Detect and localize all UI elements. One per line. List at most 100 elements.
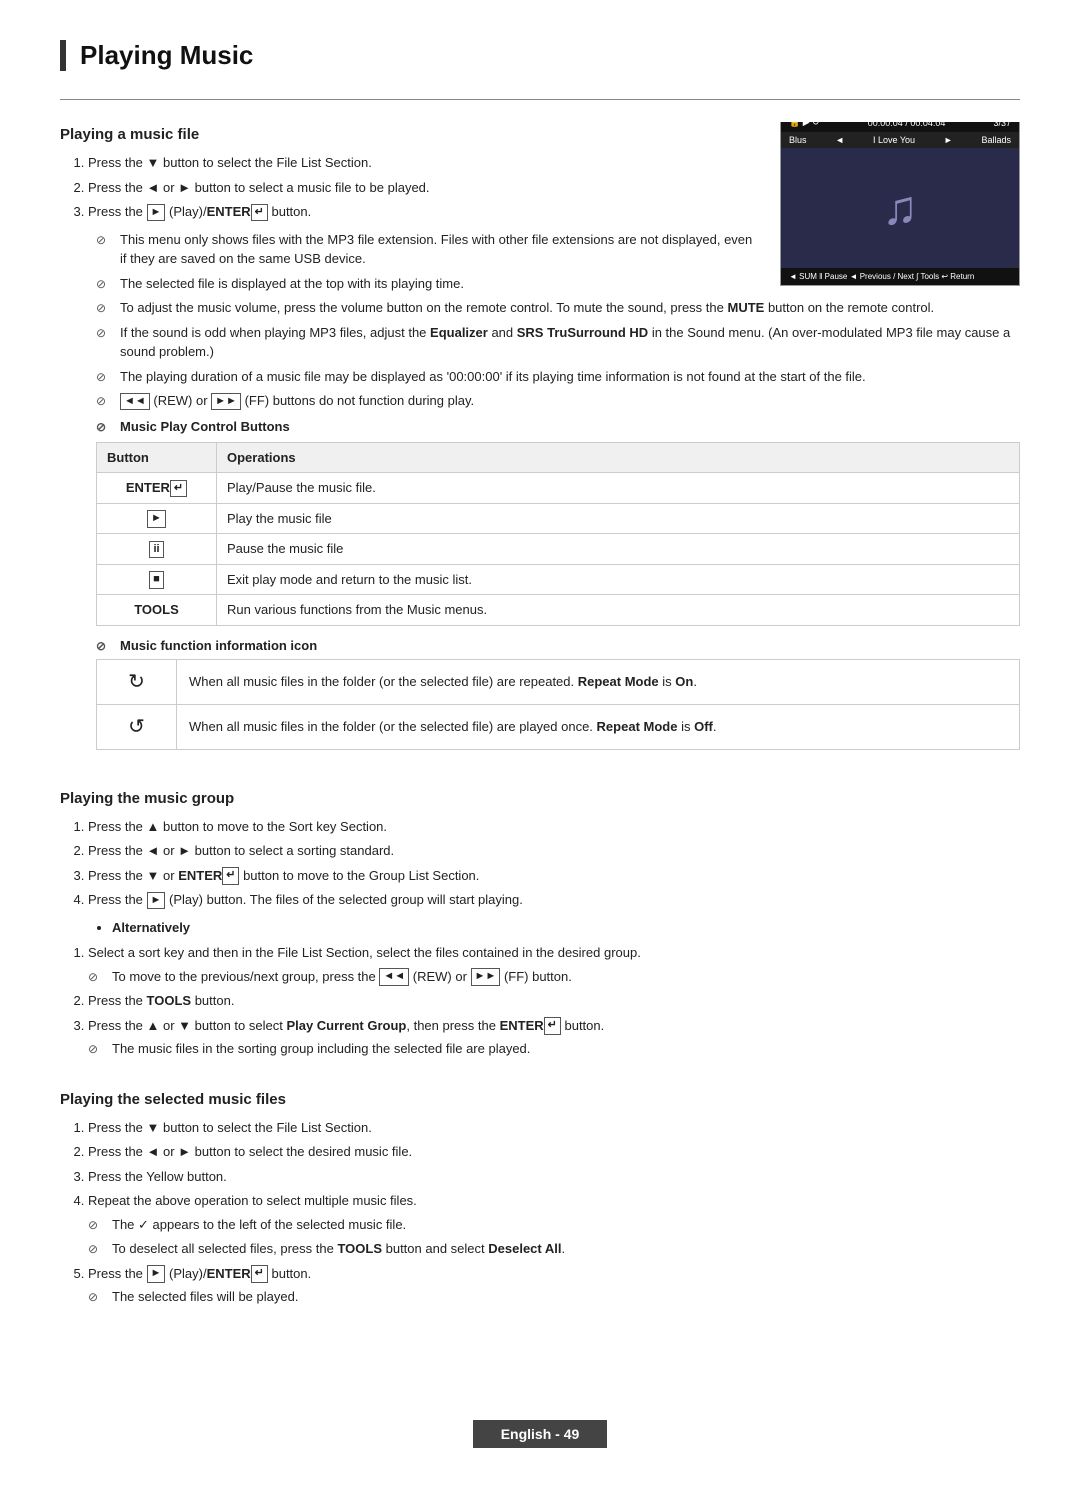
icon-row-2: ↺ When all music files in the folder (or… — [97, 704, 1020, 749]
note-5: ⊘ The playing duration of a music file m… — [96, 367, 1020, 387]
icon-repeat-off-desc: When all music files in the folder (or t… — [177, 704, 1020, 749]
group-step-1: Press the ▲ button to move to the Sort k… — [88, 817, 1020, 837]
alt-note-2: ⊘ The music files in the sorting group i… — [88, 1039, 1020, 1059]
stop-cell-icon: ■ — [149, 571, 164, 588]
icon-info-table: ↻ When all music files in the folder (or… — [96, 659, 1020, 750]
footer-badge: English - 49 — [473, 1420, 608, 1448]
play-cell-icon: ► — [147, 510, 166, 527]
enter-icon-alt3: ↵ — [544, 1017, 561, 1034]
alt-step-3: Press the ▲ or ▼ button to select Play C… — [88, 1016, 1020, 1059]
btn-tools: TOOLS — [97, 595, 217, 626]
icon-section-label-text: Music function information icon — [120, 638, 317, 653]
sel-note-icon-5: ⊘ — [88, 1288, 106, 1306]
note-text-6: ◄◄ (REW) or ►► (FF) buttons do not funct… — [120, 391, 1020, 411]
btn-pause: ii — [97, 534, 217, 565]
icon-repeat-on-desc: When all music files in the folder (or t… — [177, 659, 1020, 704]
section-group-heading: Playing the music group — [60, 790, 1020, 807]
table-row: ENTER↵ Play/Pause the music file. — [97, 473, 1020, 504]
op-stop: Exit play mode and return to the music l… — [217, 564, 1020, 595]
player-album-art: ♫ — [781, 148, 1019, 268]
btn-stop: ■ — [97, 564, 217, 595]
alt-step-1: Select a sort key and then in the File L… — [88, 943, 1020, 986]
player-top-bar: 🔒 ▶ ↺ 00:00:04 / 00:04:04 3/37 — [781, 122, 1019, 132]
icon-row-1: ↻ When all music files in the folder (or… — [97, 659, 1020, 704]
sel-step-5: Press the ► (Play)/ENTER↵ button. ⊘ The … — [88, 1264, 1020, 1307]
enter-icon-sel5: ↵ — [251, 1265, 268, 1282]
table-label-text: Music Play Control Buttons — [120, 419, 290, 434]
note-icon-5: ⊘ — [96, 368, 114, 386]
alternatively-item: Alternatively — [112, 918, 1020, 938]
group-step-3: Press the ▼ or ENTER↵ button to move to … — [88, 866, 1020, 886]
icon-section-label: ⊘ Music function information icon — [96, 638, 1020, 653]
enter-icon: ↵ — [251, 204, 268, 221]
note-text-4: If the sound is odd when playing MP3 fil… — [120, 323, 1020, 362]
page-title-section: Playing Music — [60, 40, 1020, 71]
note-text-3: To adjust the music volume, press the vo… — [120, 298, 1020, 318]
player-icons: 🔒 ▶ ↺ — [789, 122, 820, 128]
group-step-2: Press the ◄ or ► button to select a sort… — [88, 841, 1020, 861]
icon-repeat-on: ↻ — [97, 659, 177, 704]
player-prev-track: Blus — [789, 135, 807, 145]
play-icon-g4: ► — [147, 892, 166, 909]
table-row: TOOLS Run various functions from the Mus… — [97, 595, 1020, 626]
sel-step-3: Press the Yellow button. — [88, 1167, 1020, 1187]
section-selected-heading: Playing the selected music files — [60, 1091, 1020, 1108]
control-buttons-table: Button Operations ENTER↵ Play/Pause the … — [96, 442, 1020, 626]
sel-note-text-4b: To deselect all selected files, press th… — [112, 1239, 1020, 1259]
enter-icon-g3: ↵ — [222, 867, 239, 884]
play-icon-sel5: ► — [147, 1265, 166, 1282]
btn-play: ► — [97, 503, 217, 534]
col-button: Button — [97, 442, 217, 473]
sel-note-icon-4b: ⊘ — [88, 1240, 106, 1258]
table-header-row: Button Operations — [97, 442, 1020, 473]
table-row: ► Play the music file — [97, 503, 1020, 534]
note-text-5: The playing duration of a music file may… — [120, 367, 1020, 387]
op-tools: Run various functions from the Music men… — [217, 595, 1020, 626]
sel-note-4a: ⊘ The ✓ appears to the left of the selec… — [88, 1215, 1020, 1235]
note-icon-2: ⊘ — [96, 275, 114, 293]
alt-note-text-2: The music files in the sorting group inc… — [112, 1039, 1020, 1059]
pause-cell-icon: ii — [149, 541, 163, 558]
play-button-icon: ► — [147, 204, 166, 221]
alternatively-list: Alternatively — [112, 918, 1020, 938]
player-nav-bar: Blus ◄ I Love You ► Ballads — [781, 132, 1019, 148]
enter-cell-icon: ↵ — [170, 480, 187, 497]
note-6: ⊘ ◄◄ (REW) or ►► (FF) buttons do not fun… — [96, 391, 1020, 411]
alt-note-1: ⊘ To move to the previous/next group, pr… — [88, 967, 1020, 987]
page-title: Playing Music — [80, 40, 1020, 71]
section-playing-selected-files: Playing the selected music files Press t… — [60, 1087, 1020, 1315]
title-divider — [60, 99, 1020, 100]
icon-repeat-off: ↺ — [97, 704, 177, 749]
rew-icon: ◄◄ — [120, 393, 150, 410]
alt-note-text-1: To move to the previous/next group, pres… — [112, 967, 1020, 987]
btn-enter: ENTER↵ — [97, 473, 217, 504]
sel-note-icon-4a: ⊘ — [88, 1216, 106, 1234]
sel-step-4: Repeat the above operation to select mul… — [88, 1191, 1020, 1259]
sel-note-5: ⊘ The selected files will be played. — [88, 1287, 1020, 1307]
sel-note-text-4a: The ✓ appears to the left of the selecte… — [112, 1215, 1020, 1235]
note-text-1: This menu only shows files with the MP3 … — [120, 230, 760, 269]
table-section-label: ⊘ Music Play Control Buttons — [96, 419, 1020, 434]
note-icon-1: ⊘ — [96, 231, 114, 249]
group-step-4: Press the ► (Play) button. The files of … — [88, 890, 1020, 910]
note-icon-6: ⊘ — [96, 392, 114, 410]
col-operations: Operations — [217, 442, 1020, 473]
note-4: ⊘ If the sound is odd when playing MP3 f… — [96, 323, 1020, 362]
selected-steps: Press the ▼ button to select the File Li… — [88, 1118, 1020, 1307]
note-icon-3: ⊘ — [96, 299, 114, 317]
sel-step-1: Press the ▼ button to select the File Li… — [88, 1118, 1020, 1138]
op-enter: Play/Pause the music file. — [217, 473, 1020, 504]
music-note-icon: ♫ — [882, 181, 918, 236]
player-next-track: Ballads — [981, 135, 1011, 145]
player-time: 00:00:04 / 00:04:04 — [868, 122, 946, 128]
note-1: ⊘ This menu only shows files with the MP… — [96, 230, 760, 269]
rew-icon-alt: ◄◄ — [379, 968, 409, 985]
alt-step-2: Press the TOOLS button. — [88, 991, 1020, 1011]
op-play: Play the music file — [217, 503, 1020, 534]
ff-icon-alt: ►► — [471, 968, 501, 985]
table-row: ii Pause the music file — [97, 534, 1020, 565]
table-row: ■ Exit play mode and return to the music… — [97, 564, 1020, 595]
player-track-count: 3/37 — [993, 122, 1011, 128]
note-3: ⊘ To adjust the music volume, press the … — [96, 298, 1020, 318]
icon-section-note-icon: ⊘ — [96, 639, 114, 653]
